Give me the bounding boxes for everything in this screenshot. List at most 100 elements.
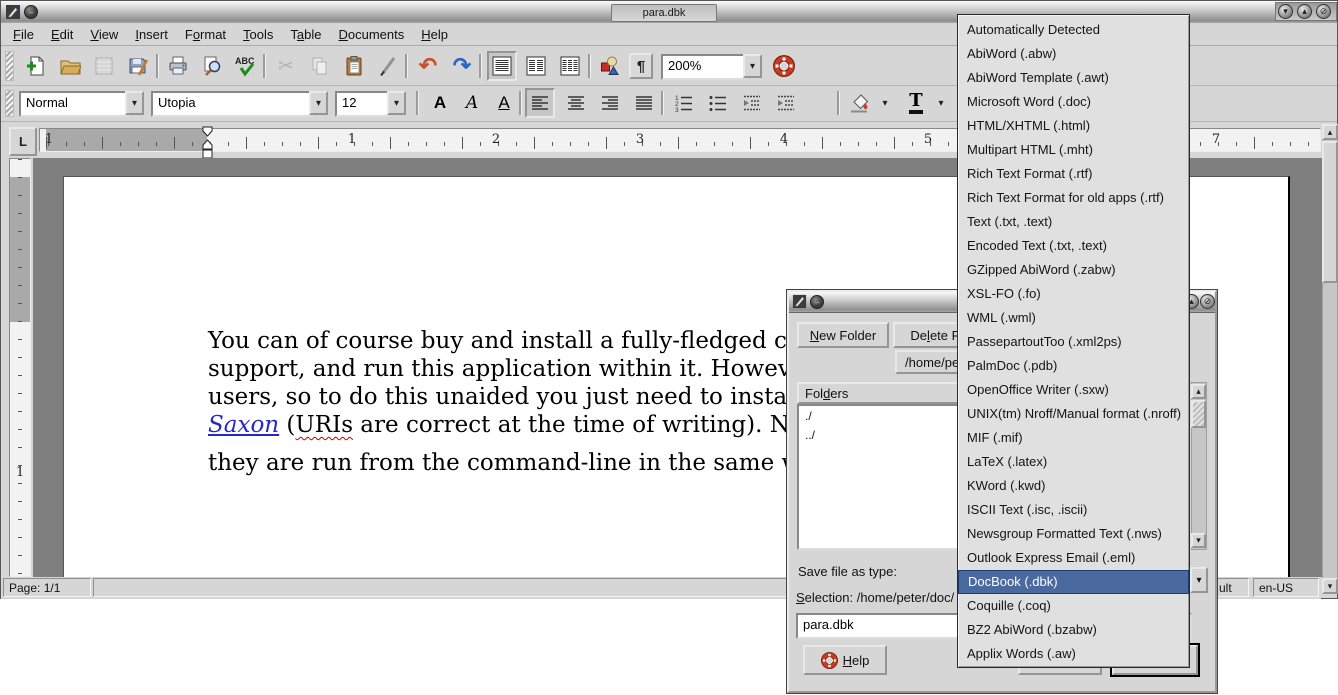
bullet-list-button[interactable]: [703, 88, 733, 118]
menu-help[interactable]: Help: [421, 27, 448, 42]
undo-button[interactable]: ↶: [413, 51, 443, 81]
file-type-option[interactable]: AbiWord Template (.awt): [958, 66, 1189, 90]
window-menu-button[interactable]: –: [810, 295, 824, 309]
file-type-option[interactable]: PalmDoc (.pdb): [958, 354, 1189, 378]
file-type-option[interactable]: Microsoft Word (.doc): [958, 90, 1189, 114]
minimize-button[interactable]: ▾: [1278, 4, 1293, 19]
dialog-help-button[interactable]: Help: [803, 645, 887, 675]
file-type-option[interactable]: AbiWord (.abw): [958, 42, 1189, 66]
font-size-dropdown-button[interactable]: ▾: [387, 91, 406, 115]
menu-file[interactable]: File: [13, 27, 34, 42]
file-type-option[interactable]: Encoded Text (.txt, .text): [958, 234, 1189, 258]
file-type-option[interactable]: Rich Text Format for old apps (.rtf): [958, 186, 1189, 210]
main-vertical-scrollbar[interactable]: ▴ ▾: [1322, 124, 1338, 594]
menu-table[interactable]: Table: [290, 27, 321, 42]
file-type-option[interactable]: Rich Text Format (.rtf): [958, 162, 1189, 186]
spellcheck-button[interactable]: ABC: [231, 51, 261, 81]
file-type-option[interactable]: Automatically Detected: [958, 18, 1189, 42]
menu-tools[interactable]: Tools: [243, 27, 273, 42]
toolbar-handle[interactable]: [5, 90, 14, 117]
file-type-option-selected[interactable]: DocBook (.dbk): [958, 570, 1189, 594]
file-type-option[interactable]: HTML/XHTML (.html): [958, 114, 1189, 138]
zoom-dropdown-button[interactable]: ▾: [743, 54, 762, 78]
font-color-button[interactable]: T: [901, 88, 931, 118]
underline-button[interactable]: A: [489, 88, 519, 118]
file-type-option[interactable]: Newsgroup Formatted Text (.nws): [958, 522, 1189, 546]
window-menu-button[interactable]: –: [24, 5, 38, 19]
paste-button[interactable]: [339, 51, 369, 81]
numbered-list-button[interactable]: 123: [669, 88, 699, 118]
help-button[interactable]: [769, 51, 799, 81]
style-select[interactable]: Normal: [19, 91, 129, 117]
file-type-option[interactable]: Outlook Express Email (.eml): [958, 546, 1189, 570]
open-button[interactable]: [55, 51, 85, 81]
close-button[interactable]: ⊘: [1316, 4, 1331, 19]
file-type-option[interactable]: Applix Words (.aw): [958, 642, 1189, 666]
file-type-option[interactable]: KWord (.kwd): [958, 474, 1189, 498]
font-color-dropdown[interactable]: ▾: [933, 88, 949, 118]
print-button[interactable]: [163, 51, 193, 81]
one-column-button[interactable]: [487, 51, 517, 81]
save-as-button[interactable]: [123, 51, 153, 81]
file-type-option[interactable]: BZ2 AbiWord (.bzabw): [958, 618, 1189, 642]
new-folder-button[interactable]: New Folder: [797, 322, 889, 348]
new-document-button[interactable]: [21, 51, 51, 81]
align-left-button[interactable]: [525, 88, 555, 118]
align-center-button[interactable]: [561, 88, 591, 118]
scrollbar-thumb[interactable]: [1191, 400, 1206, 428]
file-type-option[interactable]: WML (.wml): [958, 306, 1189, 330]
increase-indent-button[interactable]: [771, 88, 801, 118]
redo-button[interactable]: ↷: [447, 51, 477, 81]
menu-format[interactable]: Format: [185, 27, 226, 42]
file-type-option[interactable]: Text (.txt, .text): [958, 210, 1189, 234]
file-type-option[interactable]: LaTeX (.latex): [958, 450, 1189, 474]
highlight-color-button[interactable]: [845, 88, 875, 118]
highlight-color-dropdown[interactable]: ▾: [877, 88, 893, 118]
align-justify-button[interactable]: [629, 88, 659, 118]
menu-documents[interactable]: Documents: [339, 27, 405, 42]
vertical-ruler[interactable]: 1: [9, 158, 31, 577]
zoom-input[interactable]: 200%: [661, 54, 747, 80]
two-columns-button[interactable]: [521, 51, 551, 81]
hyperlink-text[interactable]: Saxon: [208, 412, 279, 438]
print-preview-button[interactable]: [197, 51, 227, 81]
file-type-combo-arrow[interactable]: ▾: [1190, 567, 1208, 593]
menu-edit[interactable]: Edit: [51, 27, 73, 42]
format-painter-button[interactable]: [373, 51, 403, 81]
file-type-option[interactable]: Coquille (.coq): [958, 594, 1189, 618]
file-type-dropdown-menu[interactable]: Automatically DetectedAbiWord (.abw)AbiW…: [957, 14, 1190, 668]
scroll-up-button[interactable]: ▴: [1322, 124, 1338, 140]
italic-button[interactable]: A: [457, 88, 487, 118]
font-size-select[interactable]: 12: [335, 91, 391, 117]
files-list-scrollbar[interactable]: ▴ ▾: [1191, 382, 1207, 550]
decrease-indent-button[interactable]: [737, 88, 767, 118]
scrollbar-thumb[interactable]: [1322, 141, 1338, 283]
tab-selector-button[interactable]: L: [9, 127, 37, 156]
file-type-option[interactable]: MIF (.mif): [958, 426, 1189, 450]
file-type-option[interactable]: UNIX(tm) Nroff/Manual format (.nroff): [958, 402, 1189, 426]
file-type-option[interactable]: ISCII Text (.isc, .iscii): [958, 498, 1189, 522]
file-type-option[interactable]: XSL-FO (.fo): [958, 282, 1189, 306]
font-select[interactable]: Utopia: [151, 91, 313, 117]
maximize-button[interactable]: ▴: [1297, 4, 1312, 19]
show-formatting-marks-button[interactable]: ¶: [629, 53, 653, 79]
scroll-up-button[interactable]: ▴: [1191, 384, 1206, 399]
scroll-down-button[interactable]: ▾: [1191, 533, 1206, 548]
file-type-option[interactable]: Multipart HTML (.mht): [958, 138, 1189, 162]
toolbar-handle[interactable]: [5, 51, 14, 81]
file-type-option[interactable]: PassepartoutToo (.xml2ps): [958, 330, 1189, 354]
language-indicator[interactable]: en-US: [1253, 578, 1319, 597]
font-dropdown-button[interactable]: ▾: [309, 91, 328, 115]
bold-button[interactable]: A: [425, 88, 455, 118]
style-dropdown-button[interactable]: ▾: [125, 91, 144, 115]
three-columns-button[interactable]: [555, 51, 585, 81]
align-right-button[interactable]: [595, 88, 625, 118]
file-type-option[interactable]: OpenOffice Writer (.sxw): [958, 378, 1189, 402]
scroll-down-button[interactable]: ▾: [1322, 578, 1338, 594]
indent-marker[interactable]: [200, 126, 215, 159]
insert-symbol-button[interactable]: [595, 51, 625, 81]
menu-insert[interactable]: Insert: [135, 27, 168, 42]
dialog-close-button[interactable]: ⊘: [1200, 294, 1215, 309]
menu-view[interactable]: View: [90, 27, 118, 42]
file-type-option[interactable]: GZipped AbiWord (.zabw): [958, 258, 1189, 282]
